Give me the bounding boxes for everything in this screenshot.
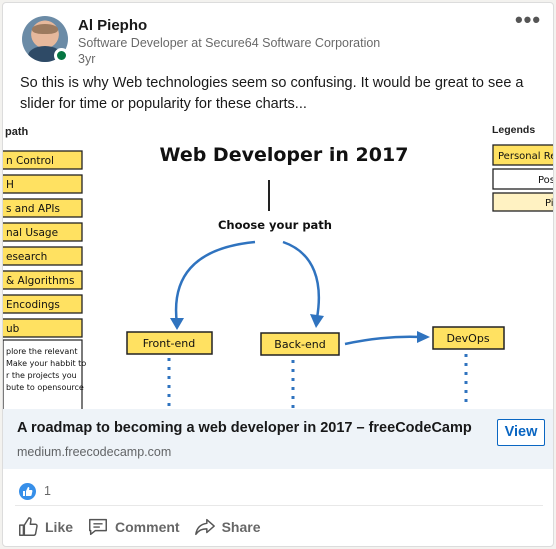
share-label: Share <box>221 519 261 535</box>
legend-item-possible: Pos <box>538 175 554 186</box>
left-note-line: r the projects you <box>6 371 77 380</box>
link-domain: medium.freecodecamp.com <box>17 445 172 459</box>
path-frontend-label: Front-end <box>143 337 196 350</box>
post-body-text: So this is why Web technologies seem so … <box>20 75 524 112</box>
left-item-label: H <box>6 179 14 191</box>
left-items-group: n Control Hs and APIs nal Usage esearch & Al… <box>3 150 83 338</box>
left-item-label: ub <box>6 323 20 335</box>
left-column-header: path <box>5 126 29 138</box>
divider <box>15 505 543 506</box>
left-item-label: esearch <box>6 251 47 263</box>
legends-header: Legends <box>492 124 535 136</box>
link-preview-bar[interactable]: A roadmap to becoming a web developer in… <box>3 409 553 469</box>
roadmap-diagram: path n Control Hs and APIs nal Usage esearc… <box>3 124 554 410</box>
left-item-label: n Control <box>6 155 54 167</box>
more-options-button[interactable]: ••• <box>513 9 543 33</box>
left-item-box <box>3 174 83 194</box>
author-name[interactable]: Al Piepho <box>78 17 147 34</box>
social-actions-bar: Like Comment Share <box>17 513 275 541</box>
thumbs-up-icon <box>19 517 38 536</box>
online-status-icon <box>54 48 69 63</box>
left-item-label: nal Usage <box>6 227 58 239</box>
like-button[interactable]: Like <box>17 513 73 541</box>
author-headline: Software Developer at Secure64 Software … <box>78 36 381 50</box>
choose-path-label: Choose your path <box>218 218 332 232</box>
path-backend-label: Back-end <box>274 338 325 351</box>
left-item-label: s and APIs <box>6 203 60 215</box>
like-label: Like <box>45 519 74 535</box>
reaction-count: 1 <box>44 484 51 498</box>
post-timestamp: 3yr <box>78 52 96 66</box>
link-preview-image[interactable]: path n Control Hs and APIs nal Usage esearc… <box>3 118 554 410</box>
feed-post-card: Al Piepho Software Developer at Secure64… <box>2 2 554 547</box>
legend-item-pick: Pi <box>545 198 554 209</box>
share-icon <box>194 518 215 536</box>
diagram-title: Web Developer in 2017 <box>160 144 409 166</box>
comment-icon <box>89 518 107 536</box>
reactions-summary[interactable]: 1 <box>19 481 51 501</box>
left-item-label: & Algorithms <box>6 275 74 287</box>
path-devops-label: DevOps <box>446 332 489 345</box>
link-title[interactable]: A roadmap to becoming a web developer in… <box>17 420 472 436</box>
legend-item-personal: Personal Re <box>498 151 554 162</box>
comment-label: Comment <box>115 519 180 535</box>
view-button[interactable]: View <box>497 419 545 446</box>
share-button[interactable]: Share <box>194 513 261 541</box>
left-item-label: Encodings <box>6 299 60 311</box>
left-note-line: bute to opensource <box>6 383 84 392</box>
comment-button[interactable]: Comment <box>87 513 180 541</box>
left-note-line: plore the relevant <box>6 347 77 356</box>
like-reaction-icon <box>19 482 36 500</box>
left-note-line: Make your habbit to <box>6 359 86 368</box>
